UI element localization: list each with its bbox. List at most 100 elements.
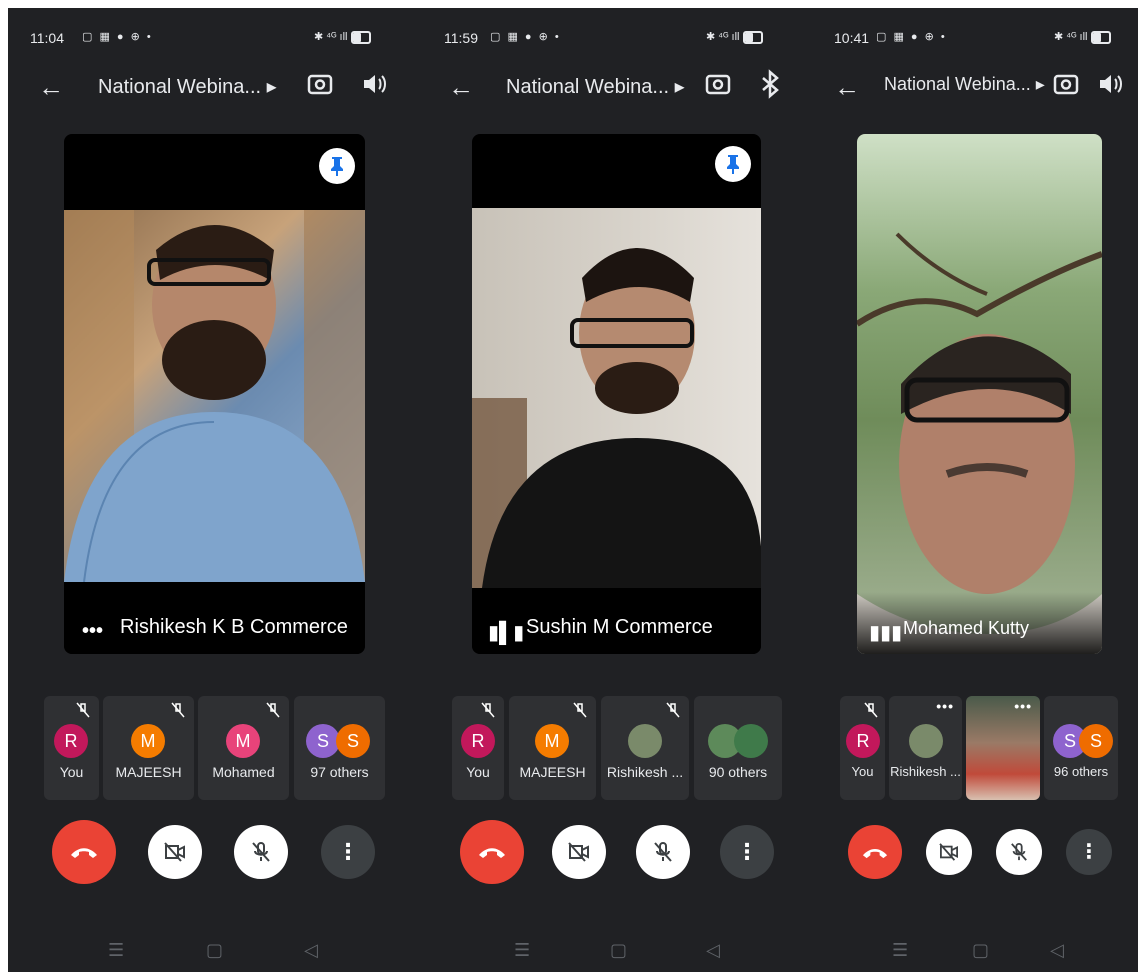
camera-off-icon: [568, 842, 589, 862]
notification-icons: ▢ ▦ ● ⊕ •: [82, 31, 153, 43]
home-nav-icon[interactable]: ▢: [972, 940, 989, 961]
back-arrow-icon[interactable]: ←: [448, 72, 474, 103]
mic-off-icon: [1011, 843, 1027, 861]
call-screen-2: 11:59 ▢ ▦ ● ⊕ • ✱ ⁴ᴳ ıll ← National Webi…: [416, 8, 814, 972]
signal-battery-icons: ✱ ⁴ᴳ ıll: [1054, 30, 1112, 44]
status-time: 10:41: [834, 30, 870, 46]
home-nav-icon[interactable]: ▢: [206, 940, 223, 961]
speaker-name-bar: ▮▌▮ Sushin M Commerce: [472, 592, 761, 654]
mic-off-icon: [864, 702, 878, 718]
avatar: S: [306, 724, 340, 758]
pin-button[interactable]: [319, 148, 355, 184]
back-arrow-icon[interactable]: ←: [38, 72, 64, 103]
menu-nav-icon[interactable]: ☰: [108, 940, 124, 961]
call-screen-3: 10:41 ▢ ▦ ● ⊕ • ✱ ⁴ᴳ ıll ← National Webi…: [814, 8, 1138, 972]
pin-button[interactable]: [715, 146, 751, 182]
camera-switch-icon[interactable]: [304, 68, 336, 100]
participant-card-you[interactable]: R You: [44, 696, 99, 800]
avatar: R: [846, 724, 880, 758]
more-options-button[interactable]: ⋮: [720, 825, 774, 879]
avatar: S: [1079, 724, 1113, 758]
mic-off-icon: [171, 702, 185, 718]
battery-icon: [1091, 30, 1112, 44]
battery-icon: [743, 30, 764, 44]
android-nav-bar: ☰ ▢ ◁: [8, 940, 416, 966]
participant-name: MAJEESH: [115, 764, 182, 780]
signal-battery-icons: ✱ ⁴ᴳ ıll: [314, 30, 372, 44]
avatar: M: [535, 724, 569, 758]
more-options-button[interactable]: ⋮: [1066, 829, 1112, 875]
back-arrow-icon[interactable]: ←: [834, 72, 860, 103]
more-dots-icon[interactable]: •••: [936, 698, 954, 714]
participant-card[interactable]: M MAJEESH: [509, 696, 596, 800]
avatar-photo: [628, 724, 662, 758]
camera-toggle-button[interactable]: [926, 829, 972, 875]
more-dots-icon[interactable]: •••: [1014, 698, 1032, 714]
android-nav-bar: ☰ ▢ ◁: [814, 940, 1138, 966]
mic-toggle-button[interactable]: [234, 825, 288, 879]
camera-toggle-button[interactable]: [552, 825, 606, 879]
bluetooth-icon[interactable]: [754, 68, 786, 100]
participant-card-others[interactable]: S S 96 others: [1044, 696, 1118, 800]
avatar: M: [131, 724, 165, 758]
camera-toggle-button[interactable]: [148, 825, 202, 879]
audio-level-icon: ▮▮▮: [869, 622, 903, 644]
status-bar: 11:04 ▢ ▦ ● ⊕ • ✱ ⁴ᴳ ıll: [8, 30, 416, 50]
pin-icon: [727, 155, 739, 174]
end-call-button[interactable]: [848, 825, 902, 879]
participant-name: Rishikesh ...: [606, 764, 684, 780]
volume-icon[interactable]: [1094, 68, 1126, 100]
participant-card-others[interactable]: S S 97 others: [294, 696, 385, 800]
call-title[interactable]: National Webina... ▸: [506, 74, 685, 99]
main-video-tile[interactable]: ••• Rishikesh K B Commerce: [64, 134, 365, 654]
end-call-button[interactable]: [460, 820, 524, 884]
avatar: R: [54, 724, 88, 758]
more-options-button[interactable]: ⋮: [321, 825, 375, 879]
mic-off-icon: [481, 702, 495, 718]
participant-name: 96 others: [1053, 764, 1109, 779]
back-nav-icon[interactable]: ◁: [304, 940, 318, 961]
speaker-name: Mohamed Kutty: [903, 618, 1030, 638]
notification-icons: ▢ ▦ ● ⊕ •: [876, 31, 947, 43]
participant-card[interactable]: Rishikesh ...: [601, 696, 689, 800]
end-call-icon: [862, 848, 888, 858]
top-bar: ← National Webina... ▸: [814, 68, 1138, 108]
avatar-photo: [909, 724, 943, 758]
back-nav-icon[interactable]: ◁: [1050, 940, 1064, 961]
volume-icon[interactable]: [358, 68, 390, 100]
participant-name: You: [59, 764, 84, 780]
camera-switch-icon[interactable]: [702, 68, 734, 100]
mic-toggle-button[interactable]: [996, 829, 1042, 875]
participant-card-you[interactable]: R You: [452, 696, 504, 800]
participant-name: 90 others: [708, 764, 768, 780]
more-dots-icon[interactable]: •••: [82, 620, 103, 643]
end-call-button[interactable]: [52, 820, 116, 884]
android-nav-bar: ☰ ▢ ◁: [416, 940, 814, 966]
speaker-name: Sushin M Commerce: [526, 616, 713, 638]
camera-switch-icon[interactable]: [1050, 68, 1082, 100]
main-video-tile[interactable]: ▮▮▮ Mohamed Kutty: [857, 134, 1102, 654]
status-bar: 10:41 ▢ ▦ ● ⊕ • ✱ ⁴ᴳ ıll: [814, 30, 1138, 50]
participant-name: Mohamed: [212, 764, 275, 780]
speaker-name-bar: ••• Rishikesh K B Commerce: [64, 592, 365, 654]
signal-battery-icons: ✱ ⁴ᴳ ıll: [706, 30, 764, 44]
mic-off-icon: [654, 842, 672, 862]
back-nav-icon[interactable]: ◁: [706, 940, 720, 961]
mic-toggle-button[interactable]: [636, 825, 690, 879]
participant-card[interactable]: M MAJEESH: [103, 696, 194, 800]
call-title[interactable]: National Webina... ▸: [884, 74, 1045, 95]
pin-icon: [331, 157, 343, 176]
menu-nav-icon[interactable]: ☰: [514, 940, 530, 961]
participant-card[interactable]: ••• Rishikesh ...: [889, 696, 962, 800]
main-video-tile[interactable]: ▮▌▮ Sushin M Commerce: [472, 134, 761, 654]
participant-video-thumbnail[interactable]: •••: [966, 696, 1040, 800]
participant-card-you[interactable]: R You: [840, 696, 885, 800]
end-call-icon: [71, 848, 97, 858]
participant-name: Rishikesh ...: [890, 764, 961, 779]
participant-card[interactable]: M Mohamed: [198, 696, 289, 800]
top-bar: ← National Webina... ▸: [416, 68, 814, 108]
call-title[interactable]: National Webina... ▸: [98, 74, 277, 99]
home-nav-icon[interactable]: ▢: [610, 940, 627, 961]
participant-card-others[interactable]: 90 others: [694, 696, 782, 800]
menu-nav-icon[interactable]: ☰: [892, 940, 908, 961]
